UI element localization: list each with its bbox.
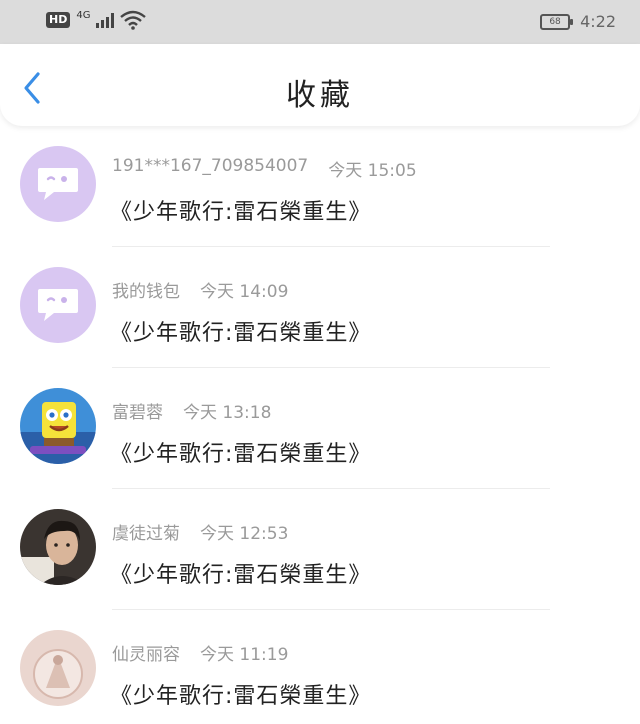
battery-level: 68 bbox=[549, 16, 561, 27]
item-text: 《少年歌行:雷石榮重生》 bbox=[110, 684, 372, 709]
sender-name: 191***167_709854007 bbox=[112, 156, 309, 176]
list-item[interactable]: 富碧蓉 今天 13:18 《少年歌行:雷石榮重生》 bbox=[0, 368, 640, 489]
item-time: 今天 13:18 bbox=[183, 403, 272, 423]
item-time: 今天 15:05 bbox=[328, 161, 417, 181]
item-meta: 191***167_709854007 今天 15:05 bbox=[112, 156, 417, 181]
battery-icon: 68 bbox=[540, 13, 574, 30]
cartoon-sponge-icon bbox=[20, 388, 96, 464]
chat-bubble-icon bbox=[38, 168, 78, 200]
person-photo-avatar bbox=[20, 509, 96, 585]
chat-bubble-avatar bbox=[20, 146, 96, 222]
item-meta: 仙灵丽容 今天 11:19 bbox=[112, 640, 288, 665]
item-time: 今天 14:09 bbox=[200, 282, 289, 302]
list-item[interactable]: 191***167_709854007 今天 15:05 《少年歌行:雷石榮重生… bbox=[0, 126, 640, 247]
sender-name: 富碧蓉 bbox=[112, 403, 163, 423]
hd-badge: HD bbox=[46, 12, 71, 28]
person-photo-icon bbox=[20, 509, 96, 585]
status-left: HD 4G bbox=[46, 10, 147, 30]
item-meta: 富碧蓉 今天 13:18 bbox=[112, 398, 271, 423]
wifi-icon bbox=[120, 10, 147, 30]
list-item[interactable]: 虞徒过菊 今天 12:53 《少年歌行:雷石榮重生》 bbox=[0, 489, 640, 610]
sender-name: 虞徒过菊 bbox=[112, 524, 180, 544]
chat-bubble-avatar bbox=[20, 267, 96, 343]
photo-icon bbox=[20, 630, 96, 706]
cartoon-avatar bbox=[20, 388, 96, 464]
list-item[interactable]: 仙灵丽容 今天 11:19 《少年歌行:雷石榮重生》 bbox=[0, 610, 640, 724]
nav-bar: 收藏 bbox=[0, 44, 640, 126]
item-time: 今天 11:19 bbox=[200, 645, 289, 665]
status-right: 68 4:22 bbox=[540, 12, 616, 31]
item-text: 《少年歌行:雷石榮重生》 bbox=[110, 321, 372, 346]
sender-name: 仙灵丽容 bbox=[112, 645, 180, 665]
item-meta: 虞徒过菊 今天 12:53 bbox=[112, 519, 288, 544]
item-text: 《少年歌行:雷石榮重生》 bbox=[110, 563, 372, 588]
chat-bubble-icon bbox=[38, 289, 78, 321]
status-time: 4:22 bbox=[580, 12, 616, 31]
item-text: 《少年歌行:雷石榮重生》 bbox=[110, 442, 372, 467]
item-time: 今天 12:53 bbox=[200, 524, 289, 544]
network-type: 4G bbox=[76, 10, 91, 21]
sender-name: 我的钱包 bbox=[112, 282, 180, 302]
page-title: 收藏 bbox=[286, 78, 354, 113]
photo-avatar bbox=[20, 630, 96, 706]
item-text: 《少年歌行:雷石榮重生》 bbox=[110, 200, 372, 225]
status-bar: HD 4G 68 4:22 bbox=[0, 0, 640, 44]
favorites-list: 191***167_709854007 今天 15:05 《少年歌行:雷石榮重生… bbox=[0, 126, 640, 724]
item-meta: 我的钱包 今天 14:09 bbox=[112, 277, 288, 302]
signal-icon bbox=[96, 12, 115, 28]
list-item[interactable]: 我的钱包 今天 14:09 《少年歌行:雷石榮重生》 bbox=[0, 247, 640, 368]
